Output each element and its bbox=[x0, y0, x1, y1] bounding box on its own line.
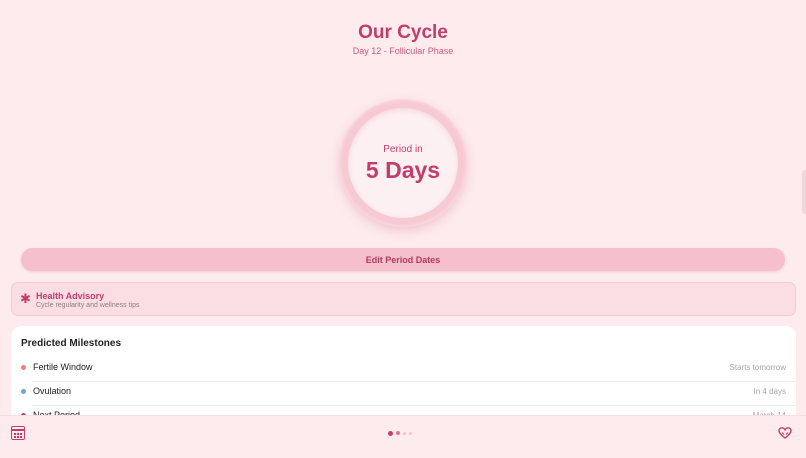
milestone-row-ovulation[interactable]: Ovulation In 4 days bbox=[11, 381, 796, 405]
bottom-tab-bar bbox=[0, 415, 806, 458]
advisory-subtitle: Cycle regularity and wellness tips bbox=[36, 302, 140, 309]
cycle-phase-subtitle: Day 12 - Follicular Phase bbox=[352, 46, 454, 56]
page-indicator[interactable] bbox=[388, 430, 415, 436]
health-advisory-card[interactable]: ✱ Health Advisory Cycle regularity and w… bbox=[11, 282, 796, 316]
app-screen: Our Cycle Day 12 - Follicular Phase Peri… bbox=[0, 0, 806, 458]
countdown-value: 5 Days bbox=[365, 157, 441, 183]
calendar-icon[interactable] bbox=[11, 426, 25, 440]
page-dot-2[interactable] bbox=[396, 431, 400, 435]
page-title: Our Cycle bbox=[358, 22, 448, 43]
milestone-name: Fertile Window bbox=[33, 362, 93, 372]
side-drawer-handle[interactable] bbox=[802, 170, 806, 214]
page-dot-3[interactable] bbox=[403, 431, 406, 435]
milestone-dot bbox=[21, 365, 26, 370]
milestone-when: In 4 days bbox=[753, 387, 786, 396]
heart-hands-icon[interactable] bbox=[777, 425, 793, 441]
advisory-title: Health Advisory bbox=[36, 291, 105, 301]
milestone-row-fertile-window[interactable]: Fertile Window Starts tomorrow bbox=[11, 357, 796, 381]
milestone-dot bbox=[21, 389, 26, 394]
edit-period-dates-button[interactable]: Edit Period Dates bbox=[21, 248, 785, 271]
milestones-title: Predicted Milestones bbox=[21, 338, 122, 349]
milestone-when: Starts tomorrow bbox=[729, 363, 786, 372]
page-dot-4[interactable] bbox=[409, 431, 412, 435]
page-dot-1[interactable] bbox=[388, 430, 393, 436]
predicted-milestones-card: Predicted Milestones Fertile Window Star… bbox=[11, 326, 796, 426]
countdown-ring: Period in 5 Days bbox=[339, 99, 467, 227]
asterisk-icon: ✱ bbox=[20, 291, 31, 306]
countdown-label: Period in bbox=[383, 144, 423, 155]
milestone-name: Ovulation bbox=[33, 386, 72, 396]
countdown-ring-center: Period in 5 Days bbox=[348, 108, 458, 218]
